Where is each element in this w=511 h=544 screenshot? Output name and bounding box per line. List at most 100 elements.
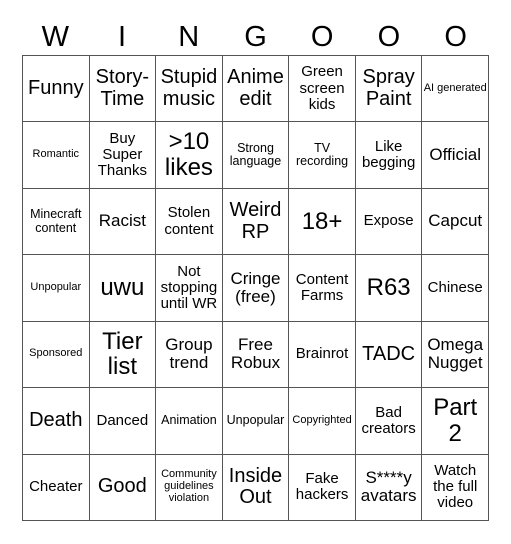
- bingo-cell-label: Sponsored: [29, 347, 83, 360]
- bingo-cell-label: uwu: [100, 274, 145, 302]
- bingo-cell-label: Brainrot: [295, 345, 349, 363]
- bingo-cell-label: Good: [97, 475, 147, 498]
- bingo-cell[interactable]: Tier list: [89, 321, 157, 389]
- bingo-cell-label: Anime edit: [227, 66, 284, 110]
- bingo-header: WINGOOO: [22, 18, 489, 56]
- bingo-cell[interactable]: Content Farms: [289, 255, 356, 322]
- bingo-cell[interactable]: Good: [89, 454, 157, 521]
- bingo-cell-label: Funny: [27, 76, 84, 99]
- bingo-cell-label: Minecraft content: [30, 207, 82, 235]
- bingo-cell[interactable]: Racist: [89, 188, 157, 256]
- bingo-cell[interactable]: AI generated: [422, 56, 489, 123]
- bingo-cell-label: Capcut: [428, 211, 483, 231]
- bingo-cell-label: Official: [429, 144, 482, 164]
- bingo-cell-label: TADC: [362, 342, 416, 365]
- bingo-cell[interactable]: Capcut: [422, 188, 489, 256]
- bingo-cell-label: Like begging: [361, 137, 416, 172]
- bingo-cell-label: Spray Paint: [362, 66, 415, 110]
- bingo-cell[interactable]: Part 2: [422, 388, 489, 455]
- bingo-cell-label: Free Robux: [230, 335, 281, 373]
- bingo-cell[interactable]: Cringe (free): [222, 255, 290, 322]
- bingo-cell-label: TV recording: [296, 140, 349, 169]
- bingo-cell[interactable]: 18+: [289, 188, 356, 256]
- bingo-cell[interactable]: Brainrot: [289, 321, 356, 389]
- bingo-cell[interactable]: S****y avatars: [355, 454, 423, 521]
- bingo-cell[interactable]: Chinese: [422, 255, 489, 322]
- bingo-cell[interactable]: >10 likes: [156, 122, 223, 189]
- bingo-cell[interactable]: Minecraft content: [23, 188, 90, 256]
- bingo-cell-label: Community guidelines violation: [161, 468, 217, 505]
- header-letter: N: [178, 21, 200, 53]
- bingo-cell-label: Inside Out: [228, 464, 283, 509]
- bingo-cell-label: Strong language: [229, 140, 282, 169]
- bingo-cell[interactable]: Buy Super Thanks: [89, 122, 157, 189]
- bingo-cell-label: Fake hackers: [295, 470, 349, 504]
- bingo-cell-label: Danced: [96, 411, 149, 429]
- header-letter: I: [118, 21, 127, 53]
- bingo-cell-label: Story-Time: [95, 66, 150, 110]
- header-letter: O: [310, 21, 334, 53]
- bingo-cell-label: Cheater: [29, 478, 83, 496]
- bingo-cell-label: Racist: [98, 211, 146, 231]
- bingo-cell[interactable]: Stolen content: [156, 188, 223, 256]
- bingo-cell-label: Unpopular: [30, 281, 82, 294]
- bingo-cell[interactable]: Community guidelines violation: [156, 454, 223, 521]
- bingo-cell-label: Tier list: [102, 327, 143, 381]
- bingo-cell[interactable]: Inside Out: [222, 454, 290, 521]
- bingo-cell[interactable]: Romantic: [23, 122, 90, 189]
- bingo-cell[interactable]: Omega Nugget: [422, 321, 489, 389]
- bingo-cell[interactable]: Like begging: [355, 122, 423, 189]
- bingo-cell[interactable]: Anime edit: [222, 56, 290, 123]
- bingo-cell[interactable]: TV recording: [289, 122, 356, 189]
- bingo-cell[interactable]: Green screen kids: [289, 56, 356, 123]
- bingo-cell[interactable]: Danced: [89, 388, 157, 455]
- bingo-cell[interactable]: Fake hackers: [289, 454, 356, 521]
- bingo-cell-label: Copyrighted: [292, 413, 352, 426]
- bingo-cell-label: Expose: [363, 212, 414, 230]
- bingo-cell-label: Watch the full video: [433, 462, 478, 512]
- bingo-board: Funny Story-Time Stupid music Anime edit Gre…: [22, 55, 489, 521]
- bingo-cell[interactable]: Copyrighted: [289, 388, 356, 455]
- bingo-cell[interactable]: Strong language: [222, 122, 290, 189]
- bingo-cell-label: Chinese: [427, 278, 483, 296]
- bingo-cell-label: Animation: [161, 413, 217, 428]
- bingo-cell[interactable]: Unpopular: [222, 388, 290, 455]
- header-letter: O: [444, 21, 467, 53]
- bingo-cell[interactable]: Expose: [355, 188, 423, 256]
- bingo-cell[interactable]: Weird RP: [222, 188, 290, 256]
- bingo-cell-label: Stupid music: [160, 66, 218, 110]
- bingo-cell-label: AI generated: [423, 81, 487, 94]
- bingo-cell[interactable]: Spray Paint: [355, 56, 423, 123]
- bingo-cell[interactable]: Official: [422, 122, 489, 189]
- bingo-cell[interactable]: Death: [23, 388, 90, 455]
- bingo-cell-label: R63: [366, 274, 411, 302]
- bingo-cell[interactable]: Funny: [23, 56, 90, 123]
- bingo-cell[interactable]: uwu: [89, 255, 157, 322]
- bingo-cell[interactable]: TADC: [355, 321, 423, 389]
- bingo-cell-label: Cringe (free): [230, 268, 281, 306]
- bingo-cell-label: Death: [29, 409, 83, 432]
- bingo-cell[interactable]: R63: [355, 255, 423, 322]
- bingo-cell-label: 18+: [301, 207, 343, 235]
- bingo-cell-label: >10 likes: [164, 128, 213, 182]
- bingo-cell-label: Buy Super Thanks: [97, 129, 147, 180]
- bingo-cell-label: Not stopping until WR: [160, 262, 218, 313]
- bingo-cell-label: Part 2: [433, 393, 478, 447]
- bingo-cell-label: Omega Nugget: [427, 335, 484, 373]
- bingo-cell-label: Content Farms: [295, 270, 349, 304]
- bingo-cell-label: Weird RP: [229, 198, 282, 243]
- bingo-cell[interactable]: Watch the full video: [422, 454, 489, 521]
- bingo-cell[interactable]: Group trend: [156, 321, 223, 389]
- bingo-cell-label: Green screen kids: [299, 63, 345, 113]
- bingo-cell[interactable]: Not stopping until WR: [156, 255, 223, 322]
- bingo-cell[interactable]: Cheater: [23, 454, 90, 521]
- header-letter: W: [41, 21, 70, 53]
- bingo-cell[interactable]: Animation: [156, 388, 223, 455]
- bingo-cell-label: Group trend: [165, 335, 213, 373]
- bingo-cell[interactable]: Stupid music: [156, 56, 223, 123]
- bingo-cell[interactable]: Story-Time: [89, 56, 157, 123]
- bingo-cell[interactable]: Bad creators: [355, 388, 423, 455]
- bingo-cell[interactable]: Unpopular: [23, 255, 90, 322]
- bingo-cell[interactable]: Free Robux: [222, 321, 290, 389]
- bingo-cell[interactable]: Sponsored: [23, 321, 90, 389]
